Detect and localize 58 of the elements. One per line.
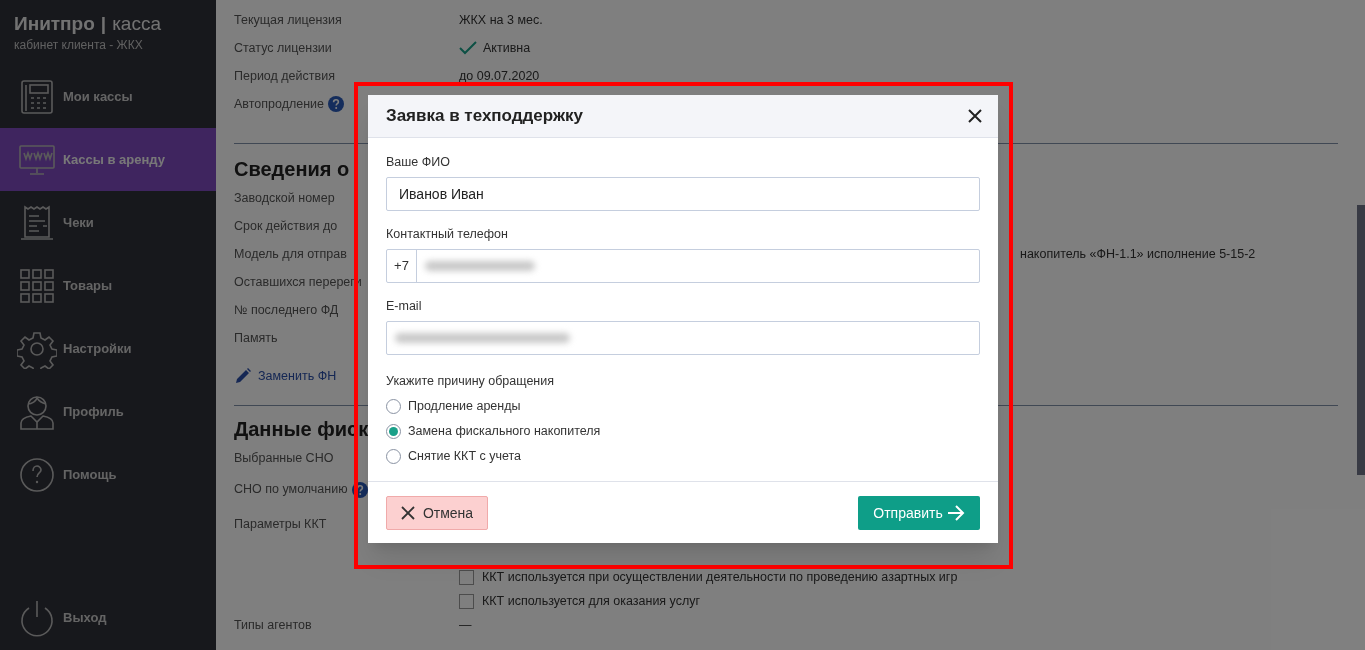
field-label: Укажите причину обращения: [386, 373, 556, 388]
field-label: Текущая лицензия: [234, 11, 342, 29]
brand-name: Инитпро: [14, 13, 95, 34]
phone-prefix: +7: [387, 250, 417, 282]
field-label: Память: [234, 329, 278, 347]
field-value: накопитель «ФН-1.1» исполнение 5-15-2: [1020, 245, 1256, 263]
submit-button[interactable]: Отправить: [858, 496, 980, 530]
field-label: № последнего ФД: [234, 301, 339, 319]
field-value: ЖКХ на 3 мес.: [459, 11, 543, 29]
help-icon[interactable]: [351, 481, 368, 498]
field-value: —: [459, 616, 472, 634]
radio-option[interactable]: Продление аренды: [386, 394, 616, 419]
field-label: Ваше ФИО: [386, 154, 451, 169]
product-name: касса: [112, 13, 161, 34]
checkbox[interactable]: [459, 569, 474, 585]
sidebar-item[interactable]: Товары: [0, 254, 216, 317]
section-heading: Сведения о: [234, 157, 350, 182]
field-label: Заводской номер: [234, 189, 335, 207]
field-label: СНО по умолчанию: [234, 481, 348, 499]
checkbox[interactable]: [459, 593, 474, 609]
replace-fn-link[interactable]: Заменить ФН: [234, 362, 354, 390]
field-label: Контактный телефон: [386, 226, 509, 241]
help-icon[interactable]: [328, 96, 344, 112]
text-input[interactable]: Иванов Иван: [386, 177, 980, 211]
checkbox-label: ККТ используется для оказания услуг: [482, 592, 701, 610]
sidebar-item[interactable]: Профиль: [0, 380, 216, 443]
field-label: Модель для отправ: [234, 245, 347, 263]
field-label: Период действия: [234, 67, 335, 85]
field-label: Статус лицензии: [234, 39, 332, 57]
pencil-icon: [234, 367, 252, 385]
close-icon: [967, 108, 983, 124]
sidebar-item[interactable]: Помощь: [0, 443, 216, 506]
sidebar-item[interactable]: Настройки: [0, 317, 216, 380]
checkbox-label: ККТ используется при осуществлении деятельности по проведению азартных игр: [482, 568, 958, 586]
logout-button[interactable]: Выход: [0, 588, 216, 648]
logo-subtitle: кабинет клиента - ЖКХ: [14, 37, 144, 54]
sidebar-item[interactable]: Чеки: [0, 191, 216, 254]
field-label: Параметры ККТ: [234, 516, 327, 534]
field-label: Срок действия до: [234, 217, 338, 235]
field-label: Выбранные СНО: [234, 449, 334, 467]
sidebar-item[interactable]: Кассы в аренду: [0, 128, 216, 191]
dialog-title: Заявка в техподдержку: [386, 105, 583, 128]
field-label: Типы агентов: [234, 617, 312, 632]
radio-option[interactable]: Снятие ККТ с учета: [386, 444, 616, 469]
field-value: Активна: [483, 39, 531, 57]
cancel-button[interactable]: Отмена: [386, 496, 488, 530]
text-input[interactable]: +7: [386, 249, 980, 283]
check-icon: [459, 41, 477, 55]
logo-separator: |: [99, 13, 108, 34]
text-input[interactable]: [386, 321, 980, 355]
arrow-right-icon: [946, 505, 965, 521]
radio-option[interactable]: Замена фискального накопителя: [386, 419, 616, 444]
scrollbar-thumb[interactable]: [1357, 205, 1365, 475]
sidebar-item[interactable]: Мои кассы: [0, 65, 216, 128]
field-label: Автопродление: [234, 95, 324, 113]
close-icon: [400, 506, 415, 520]
field-label: E-mail: [386, 298, 423, 313]
field-value: до 09.07.2020: [459, 67, 540, 85]
